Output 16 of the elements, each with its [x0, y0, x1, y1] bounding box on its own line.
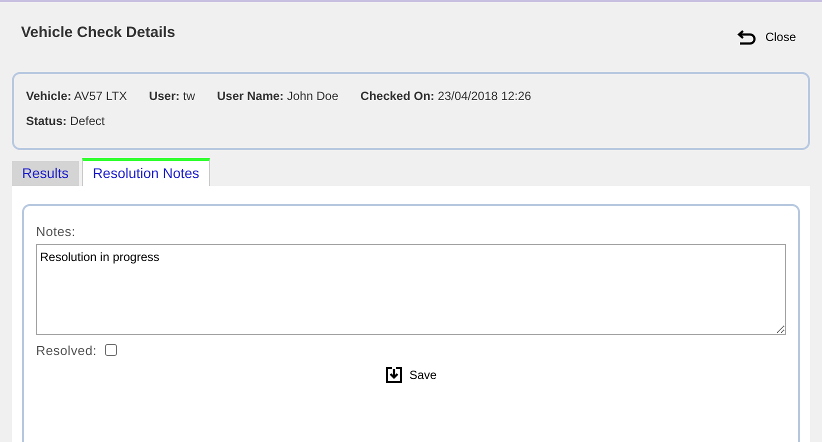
info-field: User Name: John Doe	[216, 87, 338, 105]
notes-label: Notes:	[36, 223, 77, 241]
close-button[interactable]: Close	[737, 28, 796, 46]
notes-field[interactable]: Resolution in progress	[36, 244, 786, 334]
window-title: Vehicle Check Details	[21, 23, 176, 43]
save-button[interactable]: Save	[385, 366, 437, 384]
tab[interactable]: Resolution Notes	[82, 158, 210, 186]
resolved-label: Resolved:	[36, 342, 97, 360]
tab[interactable]: Results	[12, 161, 79, 186]
info-field: User: tw	[148, 87, 195, 105]
info-field: Vehicle: AV57 LTX	[26, 87, 127, 105]
save-icon	[385, 366, 404, 384]
info-field: Checked On: 23/04/2018 12:26	[360, 87, 532, 105]
resolved-checkbox[interactable]	[104, 344, 117, 356]
info-field: Status: Defect	[26, 112, 105, 130]
back-arrow-icon	[737, 29, 758, 45]
